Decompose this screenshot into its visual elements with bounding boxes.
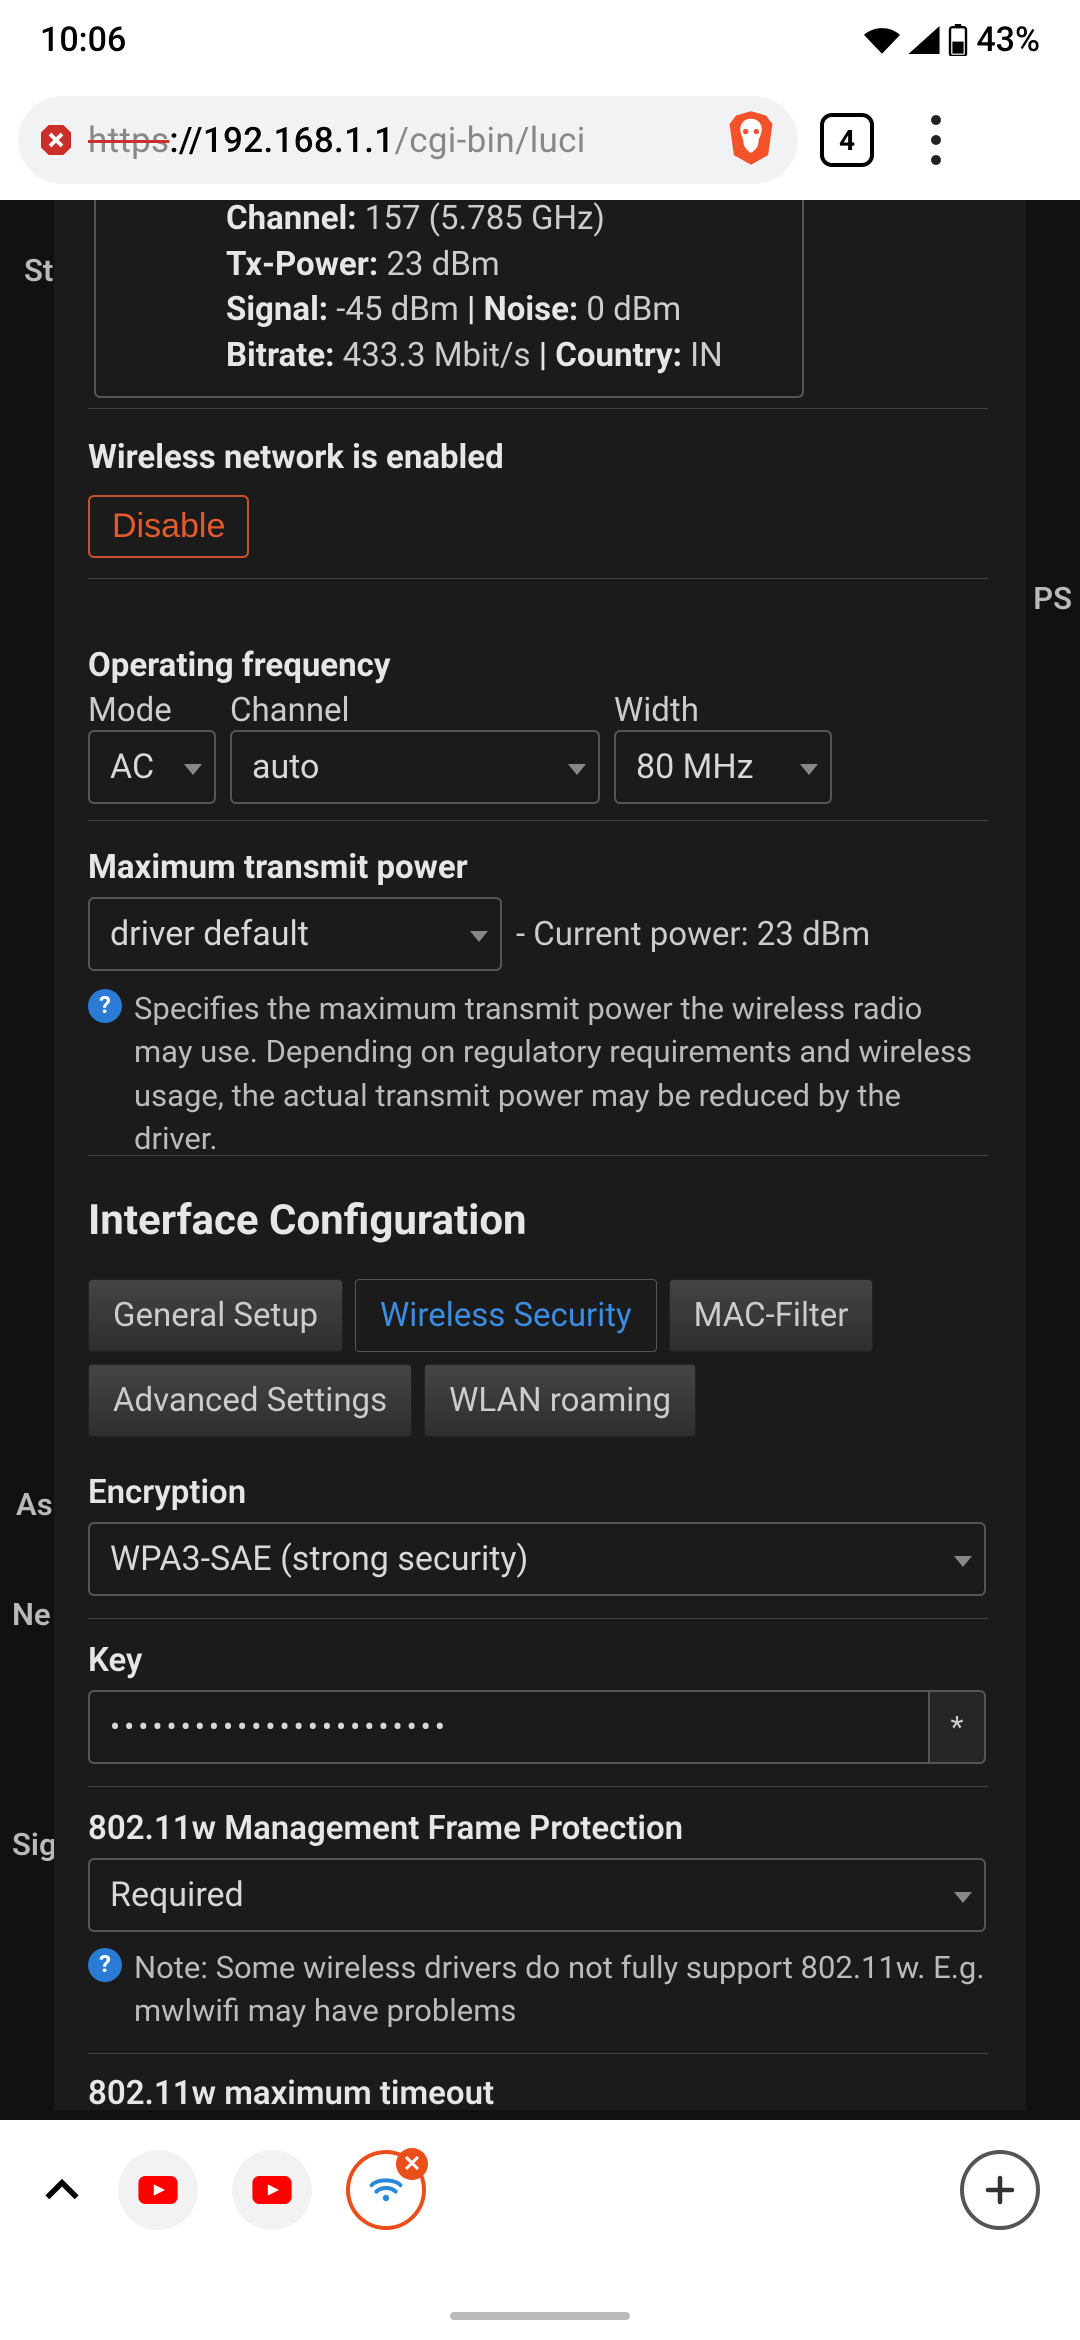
brave-icon[interactable]	[724, 108, 778, 172]
browser-toolbar: https://192.168.1.1/cgi-bin/luci 4	[0, 80, 1080, 200]
interface-config-title: Interface Configuration	[88, 1196, 988, 1245]
youtube-icon	[138, 2176, 178, 2204]
chevron-down-icon	[568, 764, 586, 775]
shelf-expand-icon[interactable]	[40, 2168, 84, 2212]
radio-status-panel: Channel: 157 (5.785 GHz) Tx-Power: 23 dB…	[94, 200, 804, 398]
bg-text: Ne	[12, 1596, 51, 1633]
shelf-tab-youtube[interactable]	[118, 2150, 198, 2230]
url-bar[interactable]: https://192.168.1.1/cgi-bin/luci	[18, 96, 798, 184]
tx-power-select[interactable]: driver default	[88, 897, 502, 971]
bg-text: Sig	[12, 1826, 57, 1863]
shelf-tab-current[interactable]: ✕	[346, 2150, 426, 2230]
max-tx-power-title: Maximum transmit power	[88, 848, 988, 887]
wifi-icon	[366, 2174, 406, 2206]
encryption-select[interactable]: WPA3-SAE (strong security)	[88, 1522, 986, 1596]
shelf-tab-youtube[interactable]	[232, 2150, 312, 2230]
bg-text: As	[16, 1486, 53, 1523]
clock: 10:06	[40, 20, 126, 60]
wireless-status-label: Wireless network is enabled	[88, 438, 504, 477]
width-select[interactable]: 80 MHz	[614, 730, 832, 804]
mode-select[interactable]: AC	[88, 730, 216, 804]
tab-advanced-settings[interactable]: Advanced Settings	[88, 1364, 412, 1437]
tab-wireless-security[interactable]: Wireless Security	[355, 1279, 657, 1352]
home-indicator[interactable]	[450, 2312, 630, 2320]
key-label: Key	[88, 1641, 988, 1680]
mfp-select[interactable]: Required	[88, 1858, 986, 1932]
current-tx-power: - Current power: 23 dBm	[516, 915, 870, 954]
timeout-label: 802.11w maximum timeout	[88, 2074, 988, 2113]
channel-label: Channel	[230, 691, 600, 730]
new-tab-button[interactable]	[960, 2150, 1040, 2230]
encryption-label: Encryption	[88, 1473, 988, 1512]
youtube-icon	[252, 2176, 292, 2204]
tab-shelf: ✕	[0, 2120, 1080, 2340]
info-icon: ?	[88, 1948, 122, 1982]
bg-text: PS	[1033, 580, 1072, 617]
mode-label: Mode	[88, 691, 216, 730]
cell-signal-icon	[908, 26, 940, 54]
battery-icon	[948, 24, 968, 56]
key-input[interactable]: ••••••••••••••••••••••••	[88, 1690, 930, 1764]
bg-text: St	[24, 252, 53, 289]
android-status-bar: 10:06 43%	[0, 0, 1080, 80]
tab-switcher-button[interactable]: 4	[820, 113, 874, 167]
url-text: https://192.168.1.1/cgi-bin/luci	[88, 120, 586, 161]
tab-general-setup[interactable]: General Setup	[88, 1279, 343, 1352]
wifi-icon	[864, 26, 900, 54]
reveal-password-button[interactable]: *	[930, 1690, 986, 1764]
insecure-icon	[38, 122, 74, 158]
mfp-hint: Note: Some wireless drivers do not fully…	[134, 1946, 988, 2033]
close-tab-button[interactable]: ✕	[396, 2148, 428, 2180]
width-label: Width	[614, 691, 832, 730]
plus-icon	[982, 2172, 1018, 2208]
operating-frequency-title: Operating frequency	[88, 646, 988, 685]
tab-mac-filter[interactable]: MAC-Filter	[669, 1279, 874, 1352]
chevron-down-icon	[954, 1892, 972, 1903]
tab-wlan-roaming[interactable]: WLAN roaming	[424, 1364, 696, 1437]
battery-percent: 43%	[976, 20, 1040, 60]
chevron-down-icon	[470, 931, 488, 942]
chevron-down-icon	[184, 764, 202, 775]
mfp-label: 802.11w Management Frame Protection	[88, 1809, 988, 1848]
chevron-down-icon	[954, 1556, 972, 1567]
info-icon: ?	[88, 989, 122, 1023]
webpage-viewport[interactable]: St PS As Ne Sig Channel: 157 (5.785 GHz)…	[0, 200, 1080, 2120]
disable-wireless-button[interactable]: Disable	[88, 495, 249, 558]
tx-power-hint: Specifies the maximum transmit power the…	[134, 987, 988, 1161]
channel-select[interactable]: auto	[230, 730, 600, 804]
browser-menu-button[interactable]	[916, 115, 956, 165]
chevron-down-icon	[800, 764, 818, 775]
